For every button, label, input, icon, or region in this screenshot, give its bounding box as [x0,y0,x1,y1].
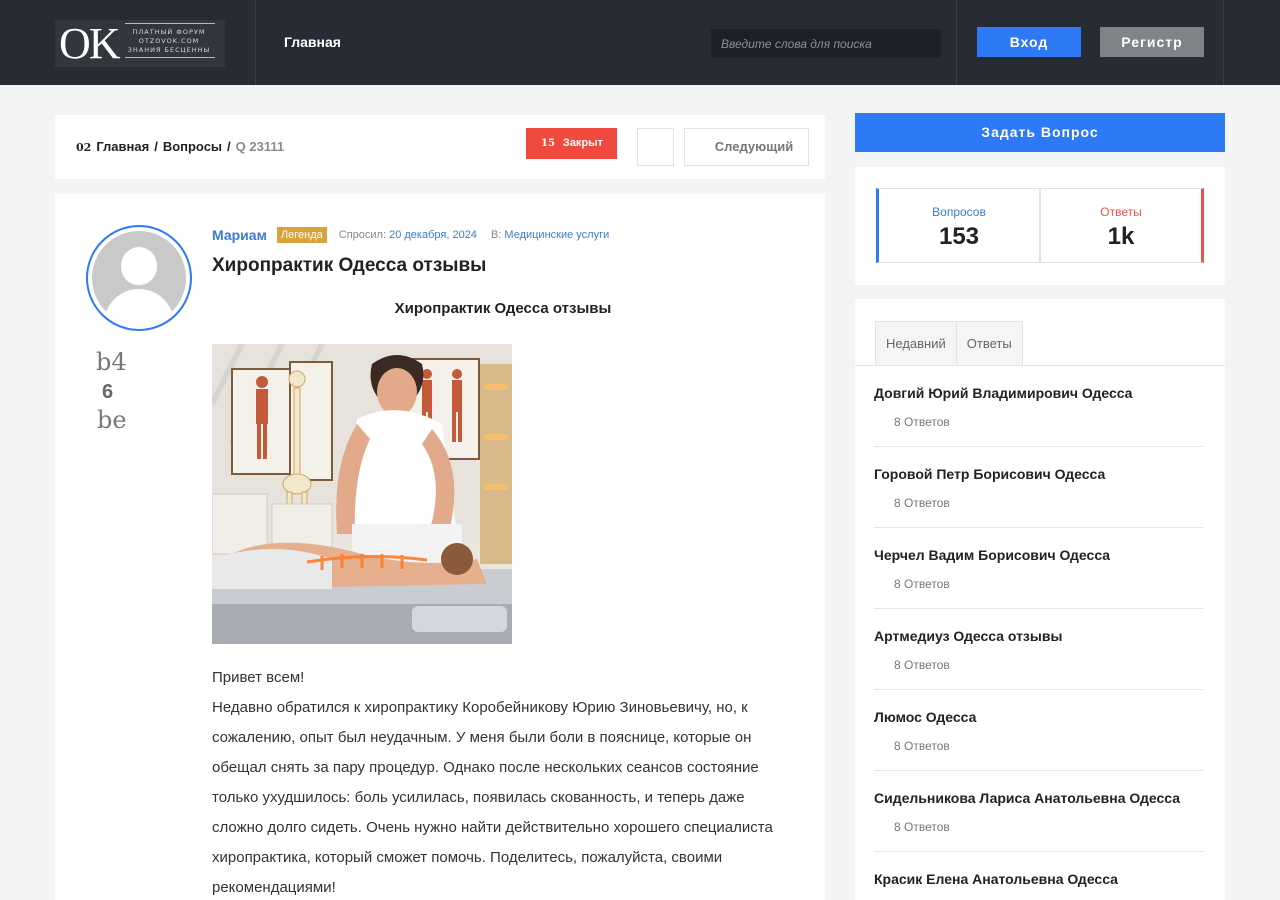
answers-count: 8 Ответов [894,415,950,429]
chiropractor-illustration [212,344,512,644]
header-divider [956,0,957,85]
vote-up-icon[interactable]: b4 [96,348,127,376]
nav-home-link[interactable]: Главная [284,34,341,50]
list-item-title-link[interactable]: Горовой Петр Борисович Одесса [874,466,1105,482]
stats-widget: Вопросов 153 Ответы 1k [855,167,1225,285]
answers-stat: Ответы 1k [1040,188,1204,263]
list-item-title-link[interactable]: Красик Елена Анатольевна Одесса [874,871,1118,887]
list-item-title-link[interactable]: Довгий Юрий Владимирович Одесса [874,385,1132,401]
category-link[interactable]: Медицинские услуги [504,229,609,241]
avatar-placeholder-icon [92,231,186,325]
questions-stat-label: Вопросов [932,205,986,219]
closed-label: Закрыт [562,137,603,149]
author-name-link[interactable]: Мариам [212,227,267,243]
logo-line-2: OTZOVOK.COM [138,37,200,45]
category-label: В: [490,229,502,241]
question-paragraph: Недавно обратился к хиропрактику Коробей… [212,699,773,896]
list-item-title-link[interactable]: Черчел Вадим Борисович Одесса [874,547,1110,563]
closed-status-badge: 15 Закрыт [526,128,617,159]
register-button[interactable]: Регистр [1100,27,1204,57]
avatar-body [104,289,174,325]
list-item: Горовой Петр Борисович Одесса 8 Ответов [874,447,1204,528]
list-item-meta: 8 Ответов [880,496,950,510]
list-item: Черчел Вадим Борисович Одесса 8 Ответов [874,528,1204,609]
questions-stat-value: 153 [938,223,980,250]
answers-count: 8 Ответов [894,820,950,834]
answers-count: 8 Ответов [894,496,950,510]
site-logo[interactable]: OK ПЛАТНЫЙ ФОРУМ OTZOVOK.COM ЗНАНИЯ БЕСЦ… [55,20,225,67]
questions-stat: Вопросов 153 [876,188,1040,263]
breadcrumb-home-link[interactable]: Главная [96,139,149,154]
tab-answers[interactable]: Ответы [956,321,1023,366]
tab-recent[interactable]: Недавний [875,321,957,366]
answers-count: 8 Ответов [894,739,950,753]
breadcrumb-current: Q 23111 [235,139,285,154]
ask-question-button[interactable]: Задать Вопрос [855,113,1225,152]
recent-questions-widget: Недавний Ответы Довгий Юрий Владимирович… [855,299,1225,900]
vote-down-icon[interactable]: be [97,406,127,434]
logo-line-1: ПЛАТНЫЙ ФОРУМ [132,28,206,36]
author-avatar[interactable] [86,225,192,331]
avatar-head [121,247,157,285]
vote-count: 6 [102,381,114,403]
logo-rule-bottom [125,57,215,58]
list-item: Артмедиуз Одесса отзывы 8 Ответов [874,609,1204,690]
list-item-meta: 8 Ответов [880,577,950,591]
asked-date-link[interactable]: 20 декабря, 2024 [389,229,477,241]
answers-count: 8 Ответов [894,658,950,672]
question-title: Хиропрактик Одесса отзывы [212,255,487,276]
breadcrumb-questions-link[interactable]: Вопросы [163,139,222,154]
logo-tagline: ПЛАТНЫЙ ФОРУМ OTZOVOK.COM ЗНАНИЯ БЕСЦЕНН… [119,28,219,55]
breadcrumb-separator: / [154,139,158,154]
list-item-meta: 8 Ответов [880,820,950,834]
author-rank-badge: Легенда [276,227,327,243]
list-item: Сидельникова Лариса Анатольевна Одесса 8… [874,771,1204,852]
breadcrumb: 02 Главная / Вопросы / Q 23111 [76,139,284,154]
question-body: Привет всем! Недавно обратился к хиропра… [212,663,782,900]
question-meta: Мариам Легенда Спросил: 20 декабря, 2024 В:… [212,227,623,243]
logo-rule-top [125,23,215,24]
lock-icon: 15 [541,138,555,149]
widget-tabs: Недавний Ответы [875,321,1023,366]
logo-line-3: ЗНАНИЯ БЕСЦЕННЫ [127,46,211,54]
answers-count: 8 Ответов [894,577,950,591]
question-card: b4 6 be Мариам Легенда Спросил: 20 декабря… [55,194,825,900]
logo-mark: OK [59,19,121,68]
previous-question-button[interactable] [637,128,674,166]
question-subtitle: Хиропрактик Одесса отзывы [394,300,612,317]
answers-stat-label: Ответы [1100,205,1142,219]
answers-stat-value: 1k [1107,223,1135,250]
list-item: Красик Елена Анатольевна Одесса [874,852,1204,900]
home-icon: 02 [76,141,92,154]
list-item-meta: 8 Ответов [880,658,950,672]
search-input[interactable] [711,29,941,58]
illustration-svg [212,344,512,644]
question-paragraph: Привет всем! [212,669,305,686]
list-item: Довгий Юрий Владимирович Одесса 8 Ответо… [874,366,1204,447]
header-divider [1223,0,1224,85]
breadcrumb-separator: / [227,139,231,154]
list-item-meta: 8 Ответов [880,415,950,429]
site-header: OK ПЛАТНЫЙ ФОРУМ OTZOVOK.COM ЗНАНИЯ БЕСЦ… [0,0,1280,85]
list-item: Люмос Одесса 8 Ответов [874,690,1204,771]
login-button[interactable]: Вход [977,27,1081,57]
list-item-title-link[interactable]: Сидельникова Лариса Анатольевна Одесса [874,790,1180,806]
next-question-button[interactable]: Следующий [684,128,809,166]
list-item-title-link[interactable]: Люмос Одесса [874,709,976,725]
next-label: Следующий [714,139,794,154]
breadcrumb-bar: 02 Главная / Вопросы / Q 23111 15 Закрыт Следу… [55,115,825,179]
asked-label: Спросил: [338,229,387,241]
header-divider [255,0,256,85]
list-item-meta: 8 Ответов [880,739,950,753]
list-item-title-link[interactable]: Артмедиуз Одесса отзывы [874,628,1062,644]
